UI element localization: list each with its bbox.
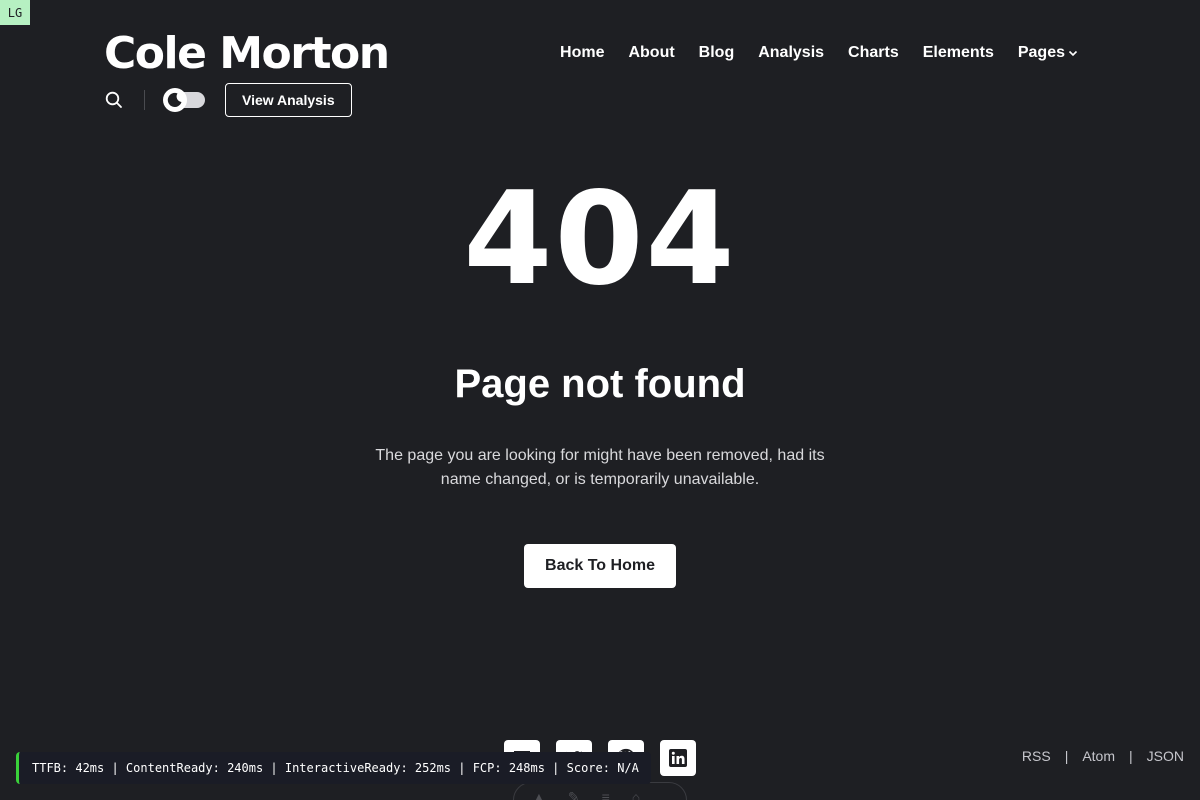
- linkedin-icon: [669, 749, 687, 767]
- view-analysis-button[interactable]: View Analysis: [225, 83, 352, 117]
- error-code: 404: [463, 165, 737, 314]
- theme-toggle-knob: [163, 88, 187, 112]
- social-linkedin-link[interactable]: [660, 740, 696, 776]
- error-content: 404 Page not found The page you are look…: [0, 170, 1200, 588]
- nav-item-home[interactable]: Home: [560, 42, 604, 64]
- moon-icon: [167, 92, 182, 107]
- floating-toolbar: ▲ ✎ ≡ ⌂: [513, 782, 687, 800]
- error-description: The page you are looking for might have …: [375, 447, 825, 488]
- main-nav: Home About Blog Analysis Charts Elements…: [560, 42, 1078, 64]
- nav-item-elements[interactable]: Elements: [923, 42, 994, 64]
- search-icon: [105, 91, 122, 108]
- nav-item-analysis[interactable]: Analysis: [758, 42, 824, 64]
- back-to-home-button[interactable]: Back To Home: [524, 544, 676, 588]
- nav-item-about[interactable]: About: [628, 42, 674, 64]
- search-button[interactable]: [104, 90, 124, 110]
- feed-separator: |: [1064, 748, 1069, 764]
- feed-separator: |: [1129, 748, 1133, 764]
- nav-item-blog[interactable]: Blog: [699, 42, 735, 64]
- toolbar-divider: [144, 90, 145, 110]
- nav-item-charts[interactable]: Charts: [848, 42, 899, 64]
- ghost-tool-icon[interactable]: ✎: [568, 789, 580, 800]
- feed-atom-link[interactable]: Atom: [1082, 748, 1115, 764]
- feed-links: RSS | Atom | JSON: [1022, 748, 1184, 764]
- performance-metrics-bar: TTFB: 42ms | ContentReady: 240ms | Inter…: [16, 752, 651, 784]
- ghost-tool-icon[interactable]: ⌂: [632, 789, 640, 800]
- header-tools: View Analysis: [104, 83, 352, 117]
- nav-item-pages-label: Pages: [1017, 44, 1065, 61]
- breakpoint-badge: LG: [0, 0, 30, 25]
- feed-json-link[interactable]: JSON: [1147, 748, 1184, 764]
- page-title: Page not found: [454, 362, 746, 406]
- theme-toggle[interactable]: [163, 88, 205, 112]
- chevron-down-icon: [1068, 50, 1078, 57]
- ghost-tool-icon[interactable]: ▲: [532, 789, 546, 800]
- ghost-tool-icon[interactable]: ≡: [602, 789, 610, 800]
- nav-item-pages[interactable]: Pages: [1018, 42, 1078, 64]
- feed-rss-link[interactable]: RSS: [1022, 748, 1051, 764]
- site-logo[interactable]: Cole Morton: [104, 26, 390, 82]
